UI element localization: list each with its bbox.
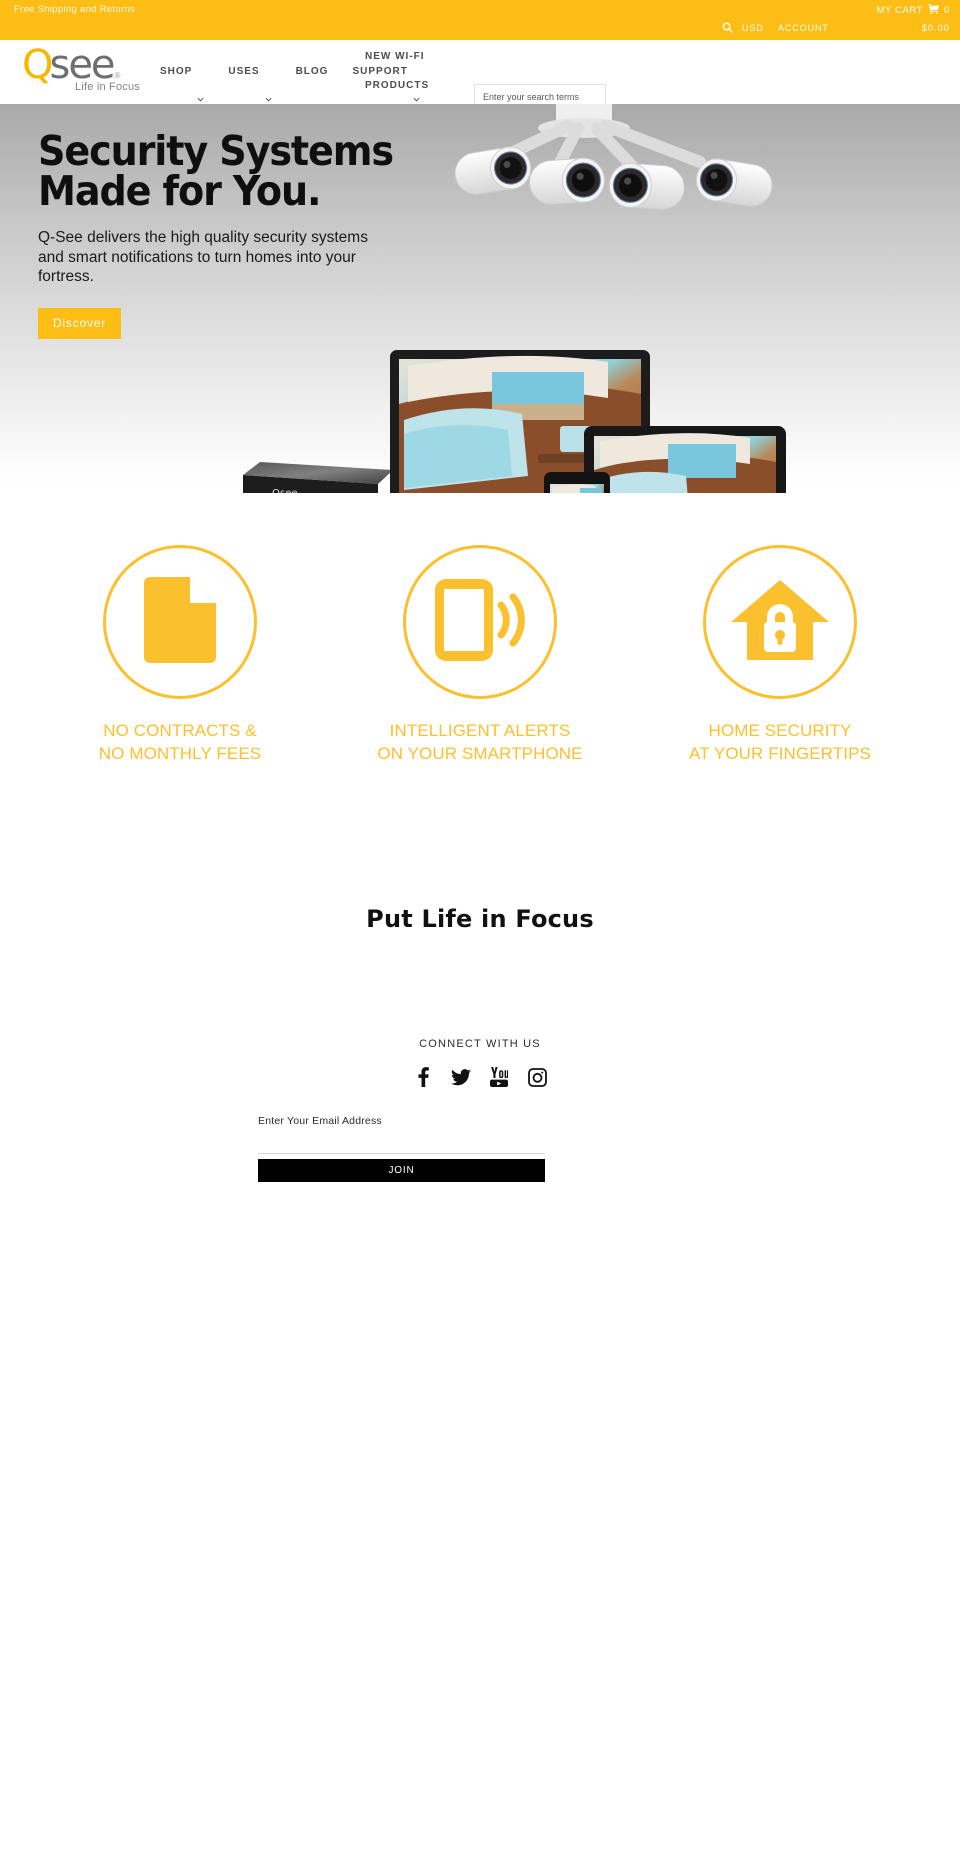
svg-text:Q: Q xyxy=(272,488,280,493)
cart-total: $0.00 xyxy=(921,23,950,34)
twitter-icon[interactable] xyxy=(450,1066,472,1088)
free-shipping-text: Free Shipping and Returns xyxy=(14,4,136,15)
nav-label: SHOP xyxy=(160,66,193,77)
nav-wifi-line2: PRODUCTS xyxy=(365,80,430,91)
feature-circle xyxy=(703,545,857,699)
house-lock-icon xyxy=(731,579,829,665)
feature-circle xyxy=(103,545,257,699)
nav-item-shop[interactable]: SHOP xyxy=(148,40,216,104)
feature-label-line2: NO MONTHLY FEES xyxy=(98,744,262,764)
hero-copy: Security Systems Made for You. Q-See del… xyxy=(38,127,468,339)
feature-label-line1: HOME SECURITY xyxy=(708,721,852,740)
nav-item-new-wifi-products[interactable]: NEW WI-FI PRODUCTS xyxy=(365,40,461,104)
logo-mark: Q see ® xyxy=(22,42,142,88)
put-life-in-focus-section: Put Life in Focus xyxy=(0,763,960,1038)
feature-no-contracts: NO CONTRACTS & NO MONTHLY FEES xyxy=(30,545,330,763)
document-icon xyxy=(144,576,216,668)
feature-label-line1: INTELLIGENT ALERTS xyxy=(389,721,571,740)
logo-letter-q: Q xyxy=(22,42,54,88)
my-cart-label: MY CART xyxy=(876,5,924,16)
site-logo[interactable]: Q see ® Life in Focus xyxy=(22,42,142,100)
search-icon[interactable] xyxy=(722,22,733,33)
feature-highlights: NO CONTRACTS & NO MONTHLY FEES INTELLIGE… xyxy=(0,493,960,763)
hero-title-line1: Security Systems xyxy=(38,127,394,175)
cart-count: 0 xyxy=(944,5,950,16)
feature-label: NO CONTRACTS & NO MONTHLY FEES xyxy=(30,719,330,765)
hero-title-line2: Made for You. xyxy=(38,167,322,216)
cart-icon xyxy=(928,4,940,17)
hero-title: Security Systems Made for You. xyxy=(38,127,438,216)
nav-item-uses[interactable]: USES xyxy=(216,40,283,104)
topbar-utility-row: USD ACCOUNT $0.00 xyxy=(530,20,950,38)
join-button[interactable]: JOIN xyxy=(258,1159,545,1182)
nav-label: USES xyxy=(228,66,260,77)
site-footer: CONNECT WITH US Enter Your Email Address… xyxy=(0,1038,960,1598)
feature-circle xyxy=(403,545,557,699)
feature-home-security: HOME SECURITY AT YOUR FINGERTIPS xyxy=(630,545,930,763)
registered-mark-icon: ® xyxy=(114,71,121,80)
instagram-icon[interactable] xyxy=(526,1066,548,1088)
logo-tagline: Life in Focus xyxy=(75,81,140,93)
feature-intelligent-alerts: INTELLIGENT ALERTS ON YOUR SMARTPHONE xyxy=(330,545,630,763)
feature-label: INTELLIGENT ALERTS ON YOUR SMARTPHONE xyxy=(330,719,630,765)
facebook-icon[interactable] xyxy=(412,1066,434,1088)
site-header: Q see ® Life in Focus SHOP USES BLOG SUP… xyxy=(0,40,960,109)
social-links xyxy=(0,1066,960,1088)
connect-with-us-title: CONNECT WITH US xyxy=(419,1038,541,1050)
smartphone-signal-icon xyxy=(433,577,527,668)
feature-label-line1: NO CONTRACTS & xyxy=(103,721,257,740)
account-link[interactable]: ACCOUNT xyxy=(778,23,829,33)
youtube-icon[interactable] xyxy=(488,1066,510,1088)
logo-word-see: see xyxy=(49,42,115,88)
section-heading: Put Life in Focus xyxy=(366,905,594,933)
chevron-down-icon xyxy=(197,68,204,101)
feature-label-line2: AT YOUR FINGERTIPS xyxy=(689,744,871,764)
discover-button[interactable]: Discover xyxy=(38,308,122,339)
chevron-down-icon xyxy=(265,68,272,101)
hero-banner: Q see HD xyxy=(0,104,960,493)
svg-text:see: see xyxy=(280,488,298,493)
currency-selector[interactable]: USD xyxy=(742,23,764,33)
nav-item-blog[interactable]: BLOG xyxy=(284,40,341,104)
nav-label: BLOG xyxy=(295,66,329,77)
email-signup-label: Enter Your Email Address xyxy=(258,1115,382,1127)
announcement-bar: Free Shipping and Returns MY CART 0 USD … xyxy=(0,0,960,40)
hero-subtitle: Q-See delivers the high quality security… xyxy=(38,229,368,285)
email-input[interactable] xyxy=(258,1134,545,1154)
nav-wifi-line1: NEW WI-FI xyxy=(365,51,425,62)
feature-label: HOME SECURITY AT YOUR FINGERTIPS xyxy=(630,719,930,765)
feature-label-line2: ON YOUR SMARTPHONE xyxy=(377,744,583,764)
my-cart-link[interactable]: MY CART 0 xyxy=(877,4,951,17)
